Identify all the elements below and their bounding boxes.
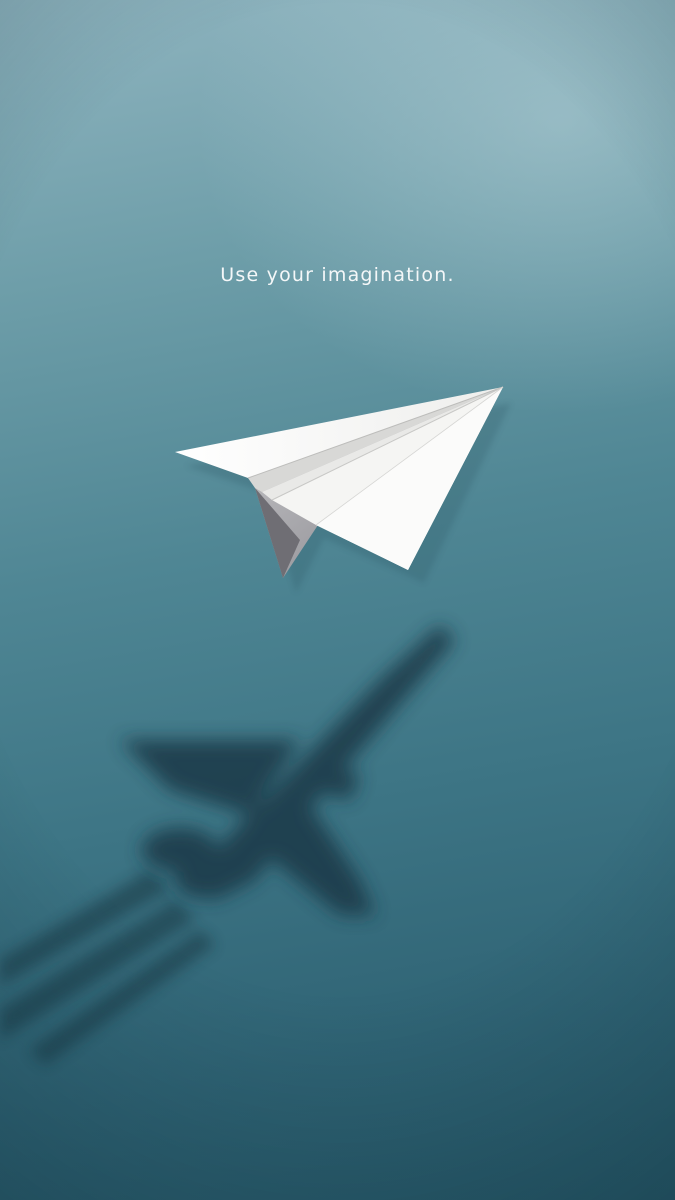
wallpaper-scene: Use your imagination. bbox=[0, 0, 675, 1200]
tagline-text: Use your imagination. bbox=[220, 264, 455, 286]
vignette bbox=[0, 0, 675, 1200]
